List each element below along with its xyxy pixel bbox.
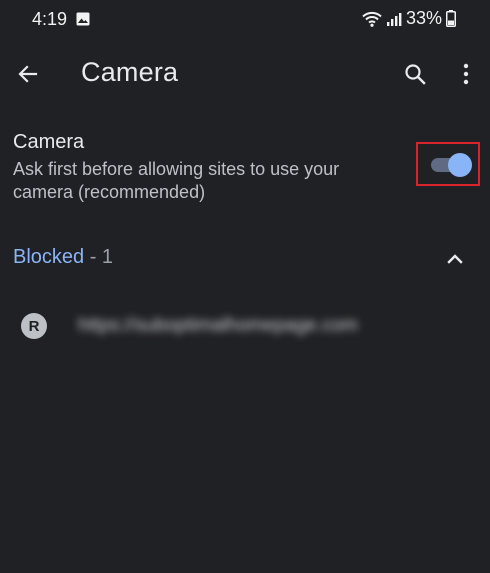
page-title: Camera <box>81 57 179 87</box>
toggle-thumb <box>448 153 472 177</box>
setting-description: Ask first before allowing sites to use y… <box>13 159 340 202</box>
status-time: 4:19 <box>32 9 68 29</box>
site-url: https://suboptimalhomepage.com <box>78 315 358 336</box>
blocked-section-header[interactable]: Blocked - 1 <box>0 236 490 280</box>
battery-percent: 33% <box>405 8 442 28</box>
signal-icon <box>386 12 402 26</box>
site-avatar: R <box>21 313 47 339</box>
search-icon <box>405 64 426 85</box>
wifi-icon <box>362 11 382 27</box>
screen: 4:19 33% Camera Camera Ask first before … <box>0 0 490 573</box>
blocked-section-title: Blocked - 1 <box>13 246 113 269</box>
battery-icon <box>446 10 456 27</box>
status-bar: 4:19 33% <box>0 0 490 38</box>
blocked-count: - 1 <box>84 246 114 268</box>
gallery-icon <box>76 12 90 26</box>
setting-title: Camera <box>13 131 85 153</box>
camera-toggle[interactable] <box>429 153 473 177</box>
search-button[interactable] <box>399 58 431 90</box>
chevron-up-icon[interactable] <box>443 248 467 268</box>
status-right: 33% <box>362 8 456 29</box>
more-vert-icon <box>463 63 469 85</box>
blocked-label: Blocked <box>13 246 85 268</box>
more-options-button[interactable] <box>452 58 480 90</box>
blocked-site-item[interactable]: R https://suboptimalhomepage.com <box>0 303 490 351</box>
back-arrow-icon <box>18 65 38 83</box>
back-button[interactable] <box>12 58 44 90</box>
app-bar: Camera <box>0 38 490 110</box>
